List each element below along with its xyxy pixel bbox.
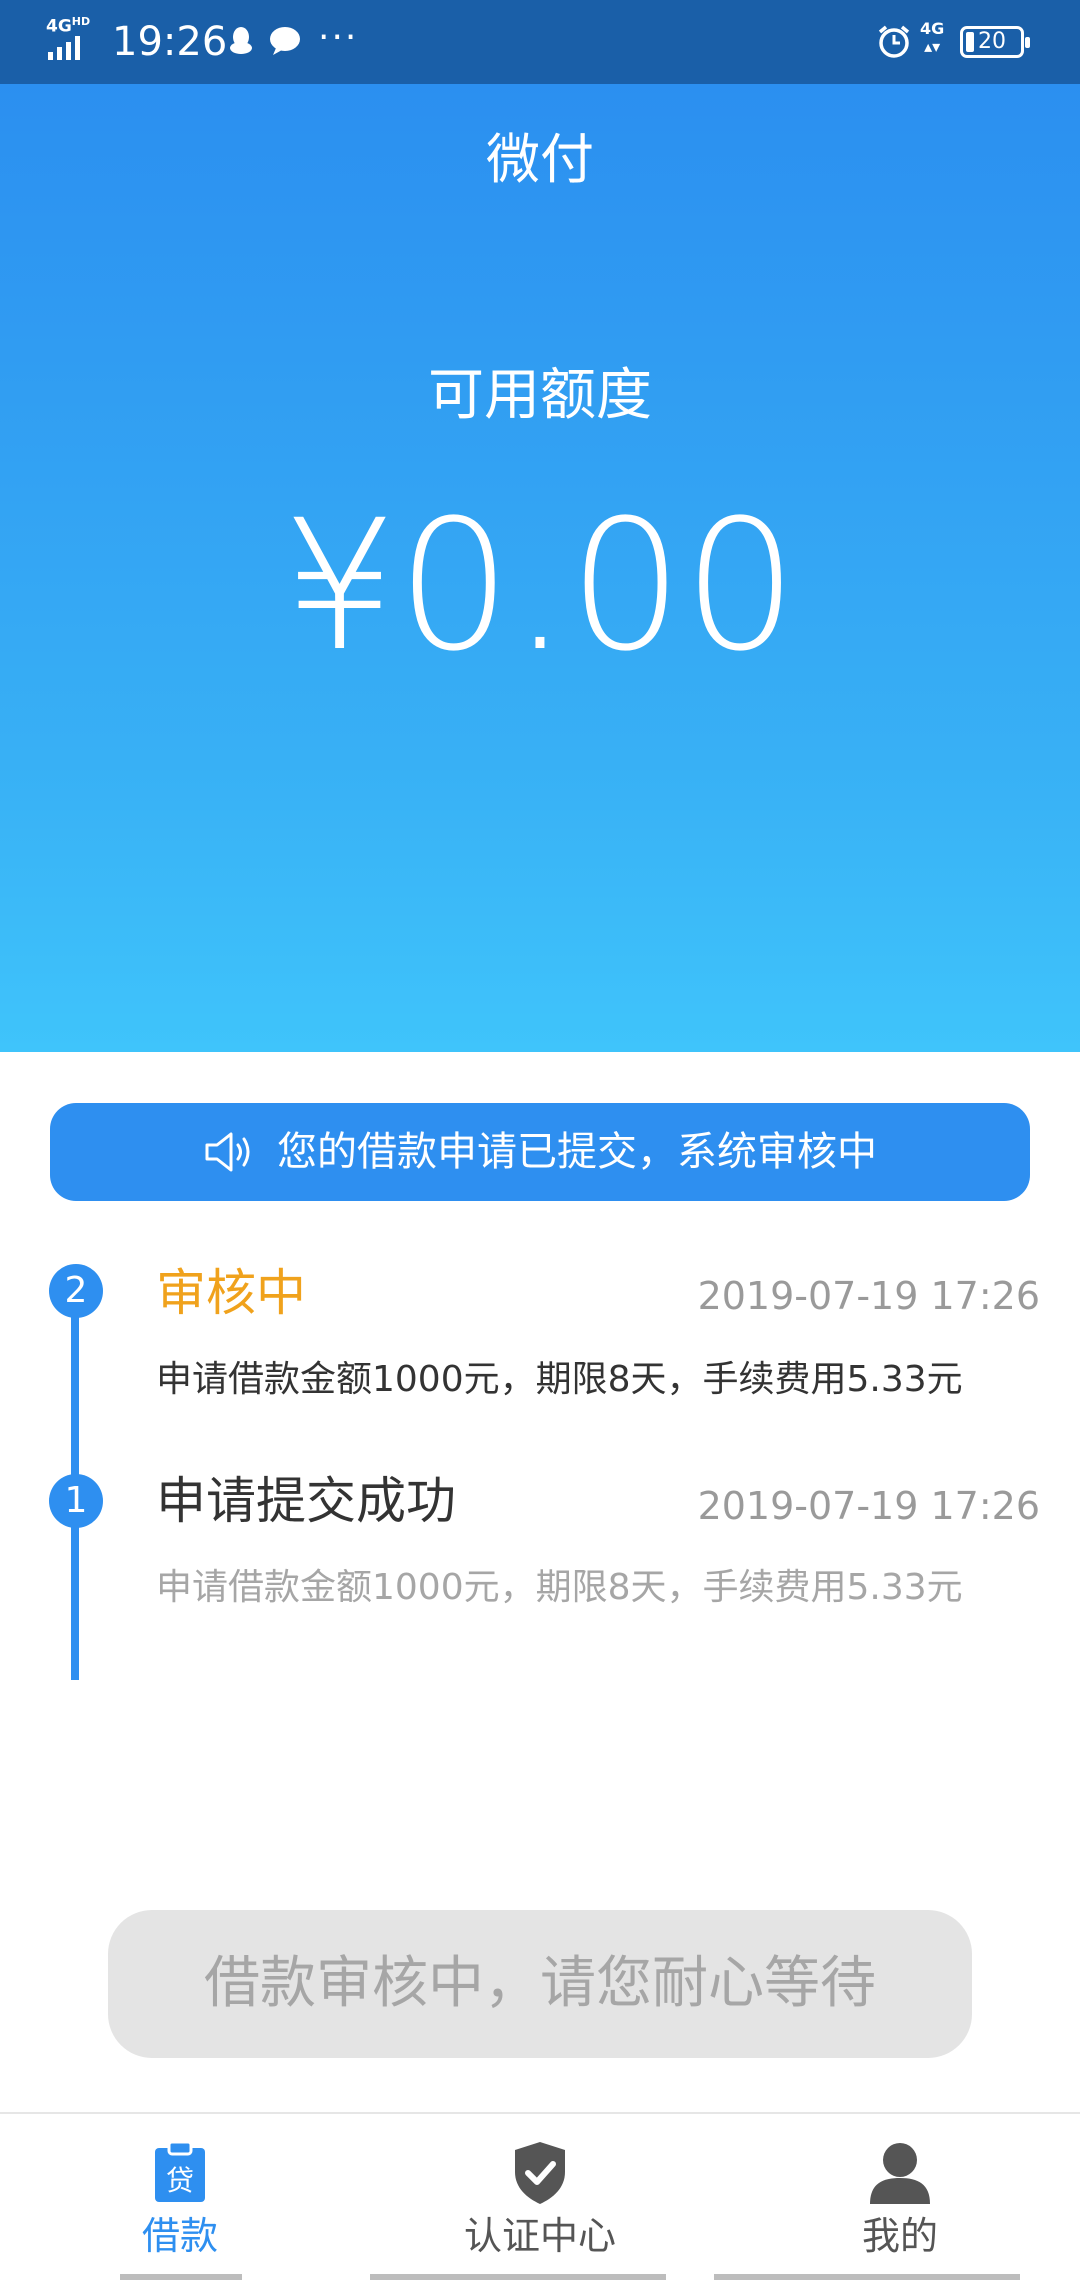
step-timestamp: 2019-07-19 17:26: [697, 1274, 1040, 1318]
signal-icon: [48, 36, 80, 60]
step-description: 申请借款金额1000元，期限8天，手续费用5.33元: [156, 1567, 963, 1608]
tab-certification-center[interactable]: 认证中心: [370, 2114, 690, 2280]
balance-header: 微付 可用额度 ¥0.00: [0, 84, 1080, 1052]
more-icon: ···: [318, 17, 359, 58]
person-icon: [870, 2143, 930, 2204]
tab-label: 认证中心: [463, 2214, 616, 2258]
step-title: 审核中: [156, 1264, 306, 1322]
network-type-label: 4G ▴▾: [920, 19, 945, 56]
notice-text: 您的借款申请已提交，系统审核中: [277, 1129, 877, 1175]
status-bar: 4GHD 19:26 ··· 4G ▴▾ 20: [0, 0, 1080, 84]
available-limit-amount: ¥0.00: [282, 482, 798, 691]
step-description: 申请借款金额1000元，期限8天，手续费用5.33元: [156, 1359, 963, 1400]
loan-icon: 贷: [155, 2140, 205, 2202]
loan-review-waiting-button[interactable]: 借款审核中，请您耐心等待: [108, 1910, 972, 2058]
tab-loan[interactable]: 贷 借款: [60, 2114, 300, 2280]
qq-icon: [230, 27, 252, 54]
battery-icon: 20: [960, 26, 1030, 58]
status-notice-banner: 您的借款申请已提交，系统审核中: [50, 1103, 1030, 1201]
page-title: 微付: [486, 128, 594, 191]
tab-label: 我的: [861, 2214, 938, 2258]
status-time: 19:26: [112, 19, 228, 65]
bottom-tab-bar: 贷 借款 认证中心 我的: [0, 2112, 1080, 2280]
svg-text:贷: 贷: [166, 2164, 194, 2197]
step-number-badge: 2: [49, 1264, 103, 1318]
step-title: 申请提交成功: [156, 1472, 456, 1530]
network-label: 4GHD: [46, 15, 91, 37]
alarm-icon: [878, 25, 910, 58]
speaker-icon: [205, 1132, 250, 1172]
message-icon: [270, 27, 300, 55]
tab-mine[interactable]: 我的: [714, 2114, 1020, 2280]
available-limit-label: 可用额度: [428, 363, 652, 428]
step-number-badge: 1: [49, 1474, 103, 1528]
step-timestamp: 2019-07-19 17:26: [697, 1484, 1040, 1528]
battery-percent: 20: [978, 29, 1006, 54]
tab-label: 借款: [141, 2214, 218, 2258]
shield-check-icon: [515, 2142, 565, 2204]
